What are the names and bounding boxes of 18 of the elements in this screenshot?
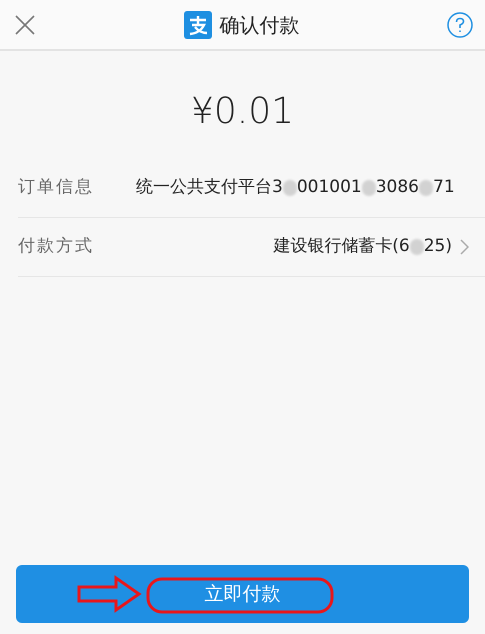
row-value: 71 [433, 176, 455, 200]
help-icon[interactable] [447, 12, 473, 38]
window-title: 确认付款 [220, 12, 300, 38]
row-label: 订单信息 [18, 176, 95, 200]
amount-text: ¥0.01 [190, 90, 296, 134]
info-row[interactable]: 付款方式 建设银行储蓄卡(6 25) [18, 218, 485, 277]
redaction-mark [419, 180, 433, 196]
row-value: 统一公共支付平台3 [136, 176, 283, 200]
row-value: 3086 [376, 176, 419, 200]
row-value: 001001 [296, 176, 362, 200]
redaction-mark [282, 180, 297, 196]
redaction-mark [362, 180, 376, 196]
logo-icon [184, 10, 212, 38]
row-value: 建设银行储蓄卡(6 [273, 235, 410, 258]
redaction-mark [410, 239, 424, 255]
close-icon[interactable] [14, 14, 36, 36]
row-value: 25) [424, 235, 452, 258]
row-label: 付款方式 [18, 235, 95, 258]
